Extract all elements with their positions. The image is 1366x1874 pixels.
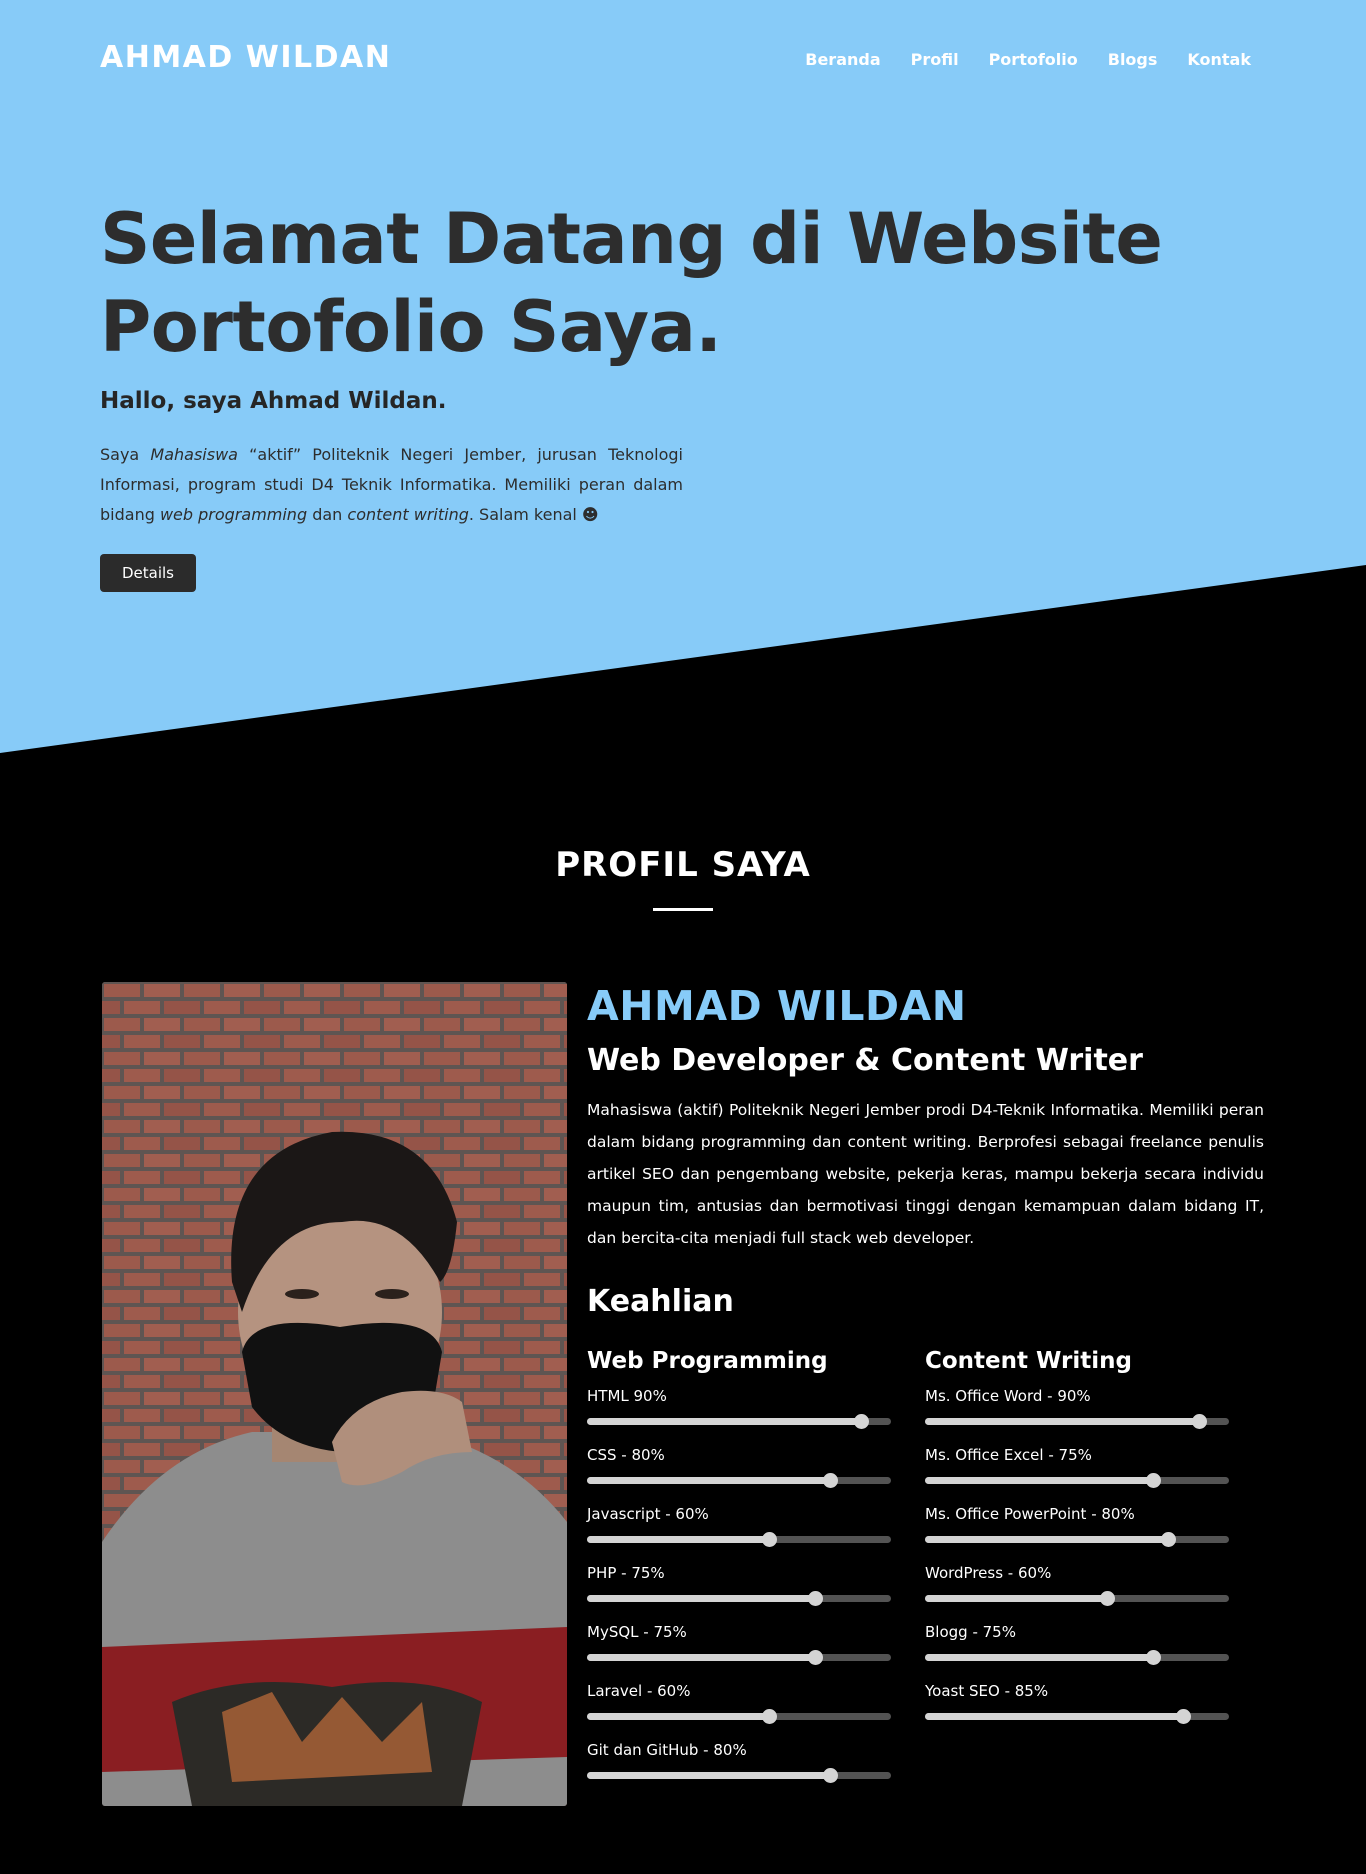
skill-slider-fill [587, 1595, 815, 1602]
skill-item: Blogg - 75% [925, 1622, 1229, 1672]
skill-slider-thumb[interactable] [762, 1709, 778, 1724]
skill-slider[interactable] [587, 1532, 891, 1547]
skill-slider-fill [925, 1477, 1153, 1484]
skill-label: HTML 90% [587, 1387, 667, 1405]
skill-item: MySQL - 75% [587, 1622, 891, 1672]
nav-link-profil[interactable]: Profil [911, 50, 959, 69]
skill-item: Ms. Office PowerPoint - 80% [925, 1504, 1229, 1554]
skill-slider-thumb[interactable] [808, 1650, 823, 1665]
section-divider [653, 908, 713, 911]
skill-slider-fill [587, 1418, 861, 1425]
hero-text-emphasis: Mahasiswa [150, 445, 238, 464]
skill-label: Ms. Office PowerPoint - 80% [925, 1505, 1135, 1523]
details-button[interactable]: Details [100, 554, 196, 592]
skill-item: Ms. Office Excel - 75% [925, 1445, 1229, 1495]
skill-slider-thumb[interactable] [823, 1473, 839, 1488]
hero-text-part: . Salam kenal ☻ [468, 505, 599, 524]
skill-slider[interactable] [925, 1650, 1229, 1665]
skill-slider[interactable] [925, 1709, 1229, 1724]
skill-label: Ms. Office Excel - 75% [925, 1446, 1092, 1464]
skill-slider-thumb[interactable] [1191, 1414, 1207, 1429]
skill-slider-fill [587, 1477, 831, 1484]
navbar: AHMAD WILDAN Beranda Profil Portofolio B… [0, 0, 1366, 120]
skill-slider[interactable] [925, 1591, 1229, 1606]
skill-slider[interactable] [925, 1473, 1229, 1488]
skill-slider[interactable] [587, 1709, 891, 1724]
skill-label: Javascript - 60% [587, 1505, 709, 1523]
skill-slider-thumb[interactable] [1146, 1650, 1161, 1665]
nav-link-portofolio[interactable]: Portofolio [989, 50, 1078, 69]
skill-label: Git dan GitHub - 80% [587, 1741, 747, 1759]
skill-item: WordPress - 60% [925, 1563, 1229, 1613]
skill-slider-fill [925, 1595, 1108, 1602]
skill-slider-thumb[interactable] [762, 1532, 778, 1547]
nav-link-blogs[interactable]: Blogs [1108, 50, 1158, 69]
hero-intro-text: Saya Mahasiswa “aktif” Politeknik Negeri… [100, 440, 683, 530]
skills-web-title: Web Programming [587, 1348, 828, 1374]
skill-label: Blogg - 75% [925, 1623, 1016, 1641]
skill-label: Laravel - 60% [587, 1682, 691, 1700]
nav-link-kontak[interactable]: Kontak [1187, 50, 1251, 69]
skill-slider-fill [925, 1418, 1199, 1425]
skill-label: CSS - 80% [587, 1446, 665, 1464]
skill-item: Ms. Office Word - 90% [925, 1386, 1229, 1436]
skill-slider-fill [925, 1713, 1184, 1720]
skill-slider-thumb[interactable] [1161, 1532, 1177, 1547]
nav-menu: Beranda Profil Portofolio Blogs Kontak [805, 50, 1251, 69]
skill-slider-thumb[interactable] [823, 1768, 839, 1783]
skill-slider[interactable] [925, 1532, 1229, 1547]
skill-item: PHP - 75% [587, 1563, 891, 1613]
hero-title: Selamat Datang di Website Portofolio Say… [100, 195, 1200, 371]
skill-item: Laravel - 60% [587, 1681, 891, 1731]
skills-title: Keahlian [587, 1284, 734, 1319]
skill-slider-thumb[interactable] [1146, 1473, 1161, 1488]
skill-slider-fill [587, 1654, 815, 1661]
profile-photo-illustration [102, 982, 567, 1806]
hero-text-emphasis: web programming [159, 505, 308, 524]
skill-slider-fill [587, 1713, 770, 1720]
profile-photo [102, 982, 567, 1806]
hero-text-part: Saya [100, 445, 151, 464]
skill-item: Javascript - 60% [587, 1504, 891, 1554]
profile-name: AHMAD WILDAN [587, 982, 967, 1030]
hero-text-part: dan [307, 505, 348, 524]
skill-slider-thumb[interactable] [808, 1591, 823, 1606]
profile-description: Mahasiswa (aktif) Politeknik Negeri Jemb… [587, 1101, 1264, 1247]
skill-label: WordPress - 60% [925, 1564, 1052, 1582]
skill-slider-fill [587, 1772, 831, 1779]
hero-title-line2: Portofolio Saya. [100, 286, 722, 368]
skill-slider[interactable] [587, 1414, 891, 1429]
skill-slider[interactable] [587, 1768, 891, 1783]
skill-slider-fill [925, 1654, 1153, 1661]
skill-label: Ms. Office Word - 90% [925, 1387, 1091, 1405]
skill-item: HTML 90% [587, 1386, 891, 1436]
skill-slider-thumb[interactable] [1100, 1591, 1116, 1606]
skill-slider[interactable] [925, 1414, 1229, 1429]
skill-slider-fill [925, 1536, 1169, 1543]
skill-slider[interactable] [587, 1650, 891, 1665]
nav-link-beranda[interactable]: Beranda [805, 50, 880, 69]
skill-slider-fill [587, 1536, 770, 1543]
section-title-profil: PROFIL SAYA [555, 845, 811, 885]
skill-slider-thumb[interactable] [1176, 1709, 1192, 1724]
skill-slider-thumb[interactable] [853, 1414, 869, 1429]
hero-title-line1: Selamat Datang di Website [100, 198, 1163, 280]
skill-slider[interactable] [587, 1591, 891, 1606]
skill-item: CSS - 80% [587, 1445, 891, 1495]
profile-role: Web Developer & Content Writer [587, 1043, 1143, 1078]
skill-label: PHP - 75% [587, 1564, 665, 1582]
skill-label: Yoast SEO - 85% [925, 1682, 1049, 1700]
skill-item: Yoast SEO - 85% [925, 1681, 1229, 1731]
hero-text-emphasis: content writing [347, 505, 469, 524]
skill-slider[interactable] [587, 1473, 891, 1488]
brand-logo[interactable]: AHMAD WILDAN [100, 40, 391, 75]
skills-content-title: Content Writing [925, 1348, 1132, 1374]
skill-item: Git dan GitHub - 80% [587, 1740, 891, 1790]
skill-label: MySQL - 75% [587, 1623, 687, 1641]
hero-subtitle: Hallo, saya Ahmad Wildan. [100, 388, 447, 414]
